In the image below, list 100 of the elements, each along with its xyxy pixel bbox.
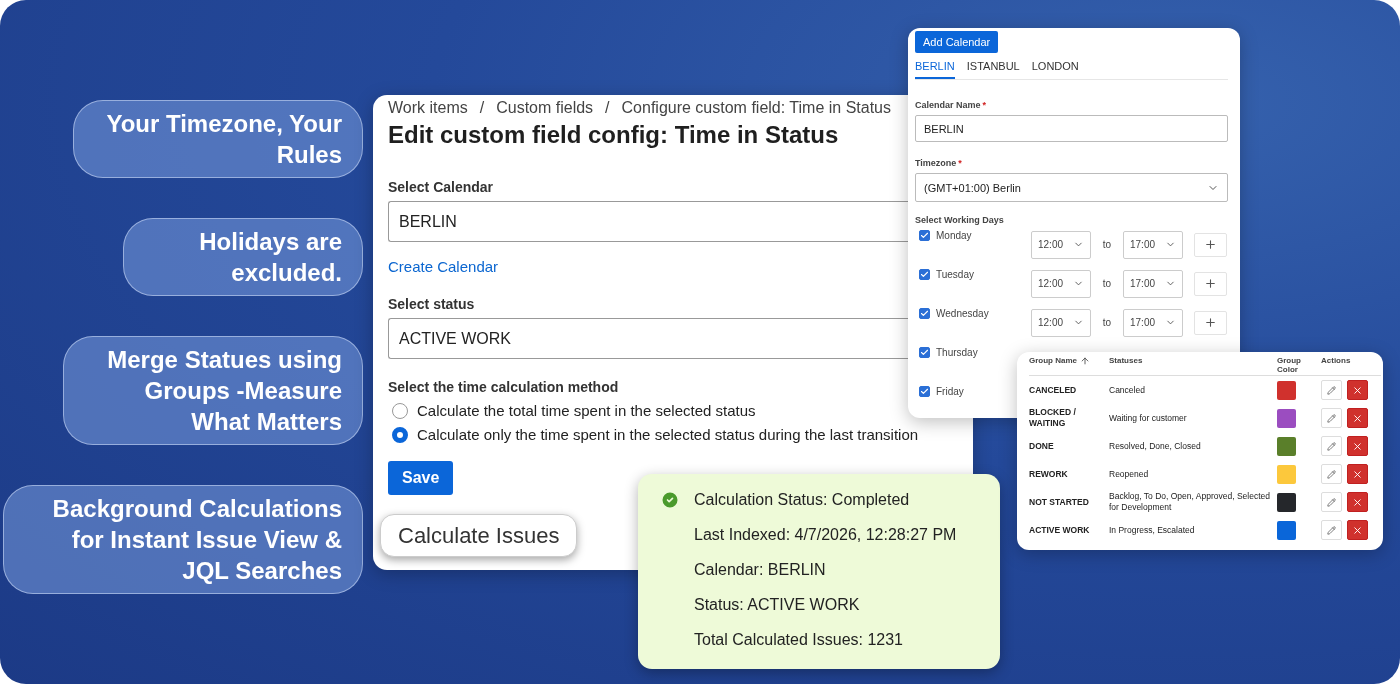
- timezone-select[interactable]: (GMT+01:00) Berlin: [915, 173, 1228, 202]
- pencil-icon: [1327, 525, 1336, 535]
- time-select[interactable]: 12:00: [1031, 308, 1091, 337]
- field-label: Timezone: [915, 158, 957, 168]
- group-name-cell-text: BLOCKED / WAITING: [1029, 407, 1077, 429]
- group-name-cell: CANCELED: [1029, 384, 1077, 396]
- calendar-tab[interactable]: BERLIN: [915, 57, 955, 79]
- status-line: Calculation Status: Completed: [694, 490, 911, 510]
- x-icon: [1352, 496, 1363, 508]
- statuses-cell: Resolved, Done, Closed: [1109, 440, 1201, 452]
- column-header[interactable]: Group Name: [1029, 356, 1109, 376]
- add-calendar-button[interactable]: Add Calendar: [915, 31, 999, 53]
- check-icon: [920, 270, 929, 279]
- checkbox[interactable]: [919, 308, 930, 319]
- checkbox[interactable]: [919, 386, 930, 397]
- breadcrumb-separator: /: [605, 99, 610, 117]
- method-radio[interactable]: Calculate only the time spent in the selected status during the last transition: [392, 426, 919, 443]
- statuses-cell: Canceled: [1109, 384, 1145, 396]
- page-title: Edit custom field config: Time in Status: [388, 121, 839, 149]
- group-name-cell: NOT STARTED: [1029, 496, 1089, 508]
- delete-button[interactable]: [1347, 492, 1368, 512]
- status-select[interactable]: ACTIVE WORK: [388, 318, 908, 359]
- statuses-cell: Reopened: [1109, 468, 1149, 480]
- day-label: Wednesday: [936, 308, 989, 319]
- sort-arrow-icon[interactable]: [1080, 356, 1090, 366]
- breadcrumb-link[interactable]: Custom fields: [496, 99, 594, 117]
- field-label: Select status: [388, 296, 475, 312]
- pencil-icon: [1327, 441, 1336, 451]
- calendar-tab[interactable]: ISTANBUL: [966, 57, 1020, 79]
- required-mark: *: [982, 100, 987, 110]
- breadcrumb-link[interactable]: Work items: [388, 99, 468, 117]
- x-icon: [1352, 384, 1363, 396]
- x-icon: [1352, 412, 1363, 424]
- time-select[interactable]: 17:00: [1123, 308, 1183, 337]
- to-label: to: [1101, 317, 1113, 328]
- calculate-issues-button[interactable]: Calculate Issues: [380, 514, 578, 557]
- breadcrumb-separator: /: [479, 99, 485, 117]
- calendar-name-input[interactable]: BERLIN: [915, 115, 1228, 142]
- delete-button[interactable]: [1347, 436, 1368, 456]
- pencil-icon: [1327, 413, 1336, 423]
- save-button[interactable]: Save: [388, 461, 454, 495]
- plus-icon: [1204, 316, 1217, 329]
- pencil-icon: [1327, 497, 1336, 507]
- statuses-cell: In Progress, Escalated: [1109, 524, 1195, 536]
- time-select[interactable]: 17:00: [1123, 269, 1183, 298]
- day-label: Friday: [936, 386, 964, 397]
- column-header[interactable]: Statuses: [1109, 356, 1277, 376]
- check-circle-icon: [660, 490, 680, 510]
- day-label: Tuesday: [936, 269, 974, 280]
- plus-icon: [1204, 238, 1217, 251]
- field-label: Calendar Name: [915, 100, 981, 110]
- day-label: Monday: [936, 230, 972, 241]
- create-calendar-link[interactable]: Create Calendar: [388, 258, 499, 275]
- group-name-cell: ACTIVE WORK: [1029, 524, 1090, 536]
- column-header[interactable]: Actions: [1321, 356, 1381, 376]
- x-icon: [1352, 468, 1363, 480]
- required-mark: *: [958, 158, 962, 168]
- group-name-cell: REWORK: [1029, 468, 1068, 480]
- field-label: Select Calendar: [388, 179, 494, 195]
- plus-icon: [1204, 277, 1217, 290]
- feature-callout: Holidays are excluded.: [123, 218, 363, 296]
- status-line: Last Indexed: 4/7/2026, 12:28:27 PM: [694, 525, 957, 545]
- time-select[interactable]: 12:00: [1031, 269, 1091, 298]
- pencil-icon: [1327, 385, 1336, 395]
- to-label: to: [1101, 278, 1113, 289]
- time-select[interactable]: 12:00: [1031, 230, 1091, 259]
- checkbox[interactable]: [919, 347, 930, 358]
- day-label: Thursday: [936, 347, 978, 358]
- check-icon: [920, 309, 929, 318]
- delete-button[interactable]: [1347, 520, 1368, 540]
- feature-callout: Background Calculations for Instant Issue View & JQL Searches: [3, 485, 363, 594]
- status-line: Status: ACTIVE WORK: [694, 595, 861, 615]
- delete-button[interactable]: [1347, 380, 1368, 400]
- method-radio[interactable]: Calculate the total time spent in the selected status: [392, 402, 756, 419]
- checkbox[interactable]: [919, 230, 930, 241]
- breadcrumb-link[interactable]: Configure custom field: Time in Status: [621, 99, 891, 117]
- statuses-cell: Waiting for customer: [1109, 412, 1187, 424]
- status-line: Calendar: BERLIN: [694, 560, 827, 580]
- status-line: Total Calculated Issues: 1231: [694, 630, 904, 650]
- check-icon: [920, 387, 929, 396]
- check-icon: [920, 348, 929, 357]
- calendar-select[interactable]: BERLIN: [388, 201, 908, 242]
- group-name-cell: DONE: [1029, 440, 1054, 452]
- pencil-icon: [1327, 469, 1336, 479]
- delete-button[interactable]: [1347, 464, 1368, 484]
- x-icon: [1352, 524, 1363, 536]
- calendar-tab[interactable]: LONDON: [1031, 57, 1079, 79]
- checkbox[interactable]: [919, 269, 930, 280]
- column-header[interactable]: Group Color: [1277, 356, 1321, 376]
- column-label: Actions: [1321, 356, 1351, 365]
- statuses-cell-text: Backlog, To Do, Open, Approved, Selected for Development: [1109, 491, 1271, 513]
- delete-button[interactable]: [1347, 408, 1368, 428]
- x-icon: [1352, 440, 1363, 452]
- column-label: Group Name: [1029, 356, 1077, 365]
- feature-callout: Merge Statues using Groups -Measure What Matters: [63, 336, 363, 445]
- time-select[interactable]: 17:00: [1123, 230, 1183, 259]
- field-label: Select the time calculation method: [388, 379, 619, 395]
- to-label: to: [1101, 239, 1113, 250]
- column-label: Statuses: [1109, 356, 1143, 365]
- feature-callout: Your Timezone, Your Rules: [73, 100, 363, 178]
